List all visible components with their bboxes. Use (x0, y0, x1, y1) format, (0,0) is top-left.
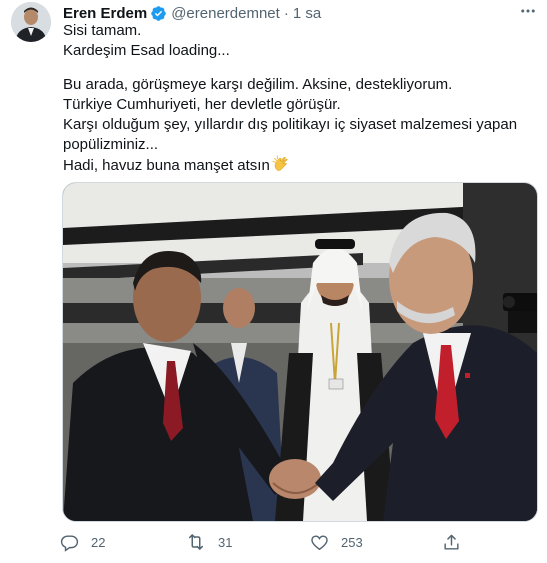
reply-count: 22 (91, 534, 106, 550)
tweet-timestamp[interactable]: 1 sa (293, 5, 321, 22)
tweet-text-line: Türkiye Cumhuriyeti, her devletle görüşü… (63, 96, 341, 113)
verified-badge-icon (150, 5, 167, 22)
tweet-text-line: popülizminiz... (63, 136, 159, 153)
retweet-count: 31 (218, 534, 233, 550)
tweet: Eren Erdem @erenerdemnet · 1 sa Sisi tam… (0, 0, 547, 563)
author-name[interactable]: Eren Erdem (63, 5, 147, 22)
separator-dot: · (283, 4, 289, 22)
avatar[interactable] (11, 2, 51, 42)
tweet-photo[interactable] (62, 182, 538, 522)
reply-button[interactable]: 22 (60, 531, 105, 553)
like-button[interactable]: 253 (310, 531, 363, 553)
clapping-hands-emoji (272, 155, 290, 179)
like-icon (311, 534, 328, 550)
reply-icon (60, 534, 79, 552)
retweet-icon (189, 534, 203, 550)
tweet-text-line: Bu arada, görüşmeye karşı değilim. Aksin… (63, 76, 453, 93)
tweet-header: Eren Erdem @erenerdemnet · 1 sa (63, 3, 321, 23)
tweet-actions: 22 31 253 (60, 531, 480, 553)
more-options-icon (521, 9, 535, 13)
author-handle[interactable]: @erenerdemnet (171, 5, 280, 22)
share-button[interactable] (442, 531, 461, 553)
tweet-text: Sisi tamam. Kardeşim Esad loading... Bu … (63, 21, 533, 175)
tweet-text-line: Kardeşim Esad loading... (63, 42, 230, 59)
tweet-text-line: Hadi, havuz buna manşet atsın (63, 157, 270, 174)
tweet-text-line: Sisi tamam. (63, 22, 142, 39)
retweet-button[interactable]: 31 (186, 531, 232, 553)
tweet-text-last-line: Hadi, havuz buna manşet atsın (63, 155, 533, 175)
tweet-text-line: Karşı olduğum şey, yıllardır dış politik… (63, 116, 518, 133)
more-options-button[interactable] (516, 1, 540, 21)
share-icon (444, 534, 459, 550)
like-count: 253 (341, 534, 363, 550)
